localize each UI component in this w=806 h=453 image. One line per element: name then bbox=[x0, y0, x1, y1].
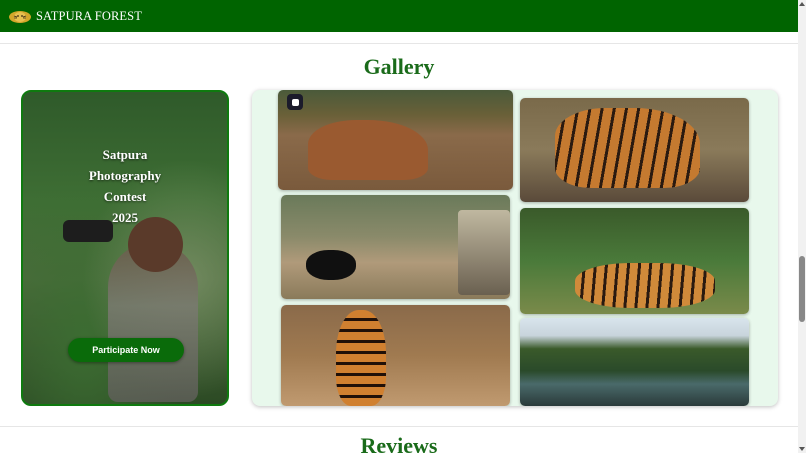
photography-contest-card: Satpura Photography Contest 2025 Partici… bbox=[21, 90, 229, 406]
participate-now-button[interactable]: Participate Now bbox=[68, 338, 184, 362]
contest-line: Satpura bbox=[102, 147, 148, 162]
section-divider bbox=[0, 43, 798, 44]
contest-line: Photography bbox=[88, 168, 162, 183]
scrollbar-thumb[interactable] bbox=[799, 256, 805, 322]
scroll-down-icon[interactable] bbox=[799, 447, 805, 451]
gallery-grid bbox=[252, 90, 778, 406]
gallery-photo-tiger-portrait[interactable] bbox=[281, 305, 510, 406]
brand-name[interactable]: SATPURA FOREST bbox=[36, 9, 142, 24]
gallery-photo-deer[interactable] bbox=[278, 90, 513, 190]
tiger-emblem-icon[interactable] bbox=[8, 8, 32, 24]
contest-line: 2025 bbox=[112, 210, 138, 225]
page-scrollbar[interactable] bbox=[798, 0, 806, 453]
scroll-up-icon[interactable] bbox=[799, 2, 805, 6]
gallery-photo-sloth-bear[interactable] bbox=[281, 195, 510, 299]
deer-subject bbox=[308, 120, 428, 180]
section-divider bbox=[0, 426, 798, 427]
bear-subject bbox=[306, 250, 356, 280]
photo-badge-icon[interactable] bbox=[287, 94, 303, 110]
gallery-photo-tiger-walking[interactable] bbox=[520, 98, 749, 202]
gallery-photo-river-landscape[interactable] bbox=[520, 318, 749, 406]
reviews-title: Reviews bbox=[360, 433, 438, 453]
safari-jeep bbox=[458, 210, 510, 295]
tiger-subject bbox=[336, 310, 386, 406]
gallery-photo-tigers-resting[interactable] bbox=[520, 208, 749, 314]
gallery-title: Gallery bbox=[363, 54, 435, 79]
tiger-subject bbox=[555, 108, 700, 188]
tigers-subject bbox=[575, 263, 715, 308]
contest-heading: Satpura Photography Contest 2025 bbox=[23, 144, 227, 228]
navbar: SATPURA FOREST bbox=[0, 0, 798, 32]
contest-line: Contest bbox=[103, 189, 147, 204]
